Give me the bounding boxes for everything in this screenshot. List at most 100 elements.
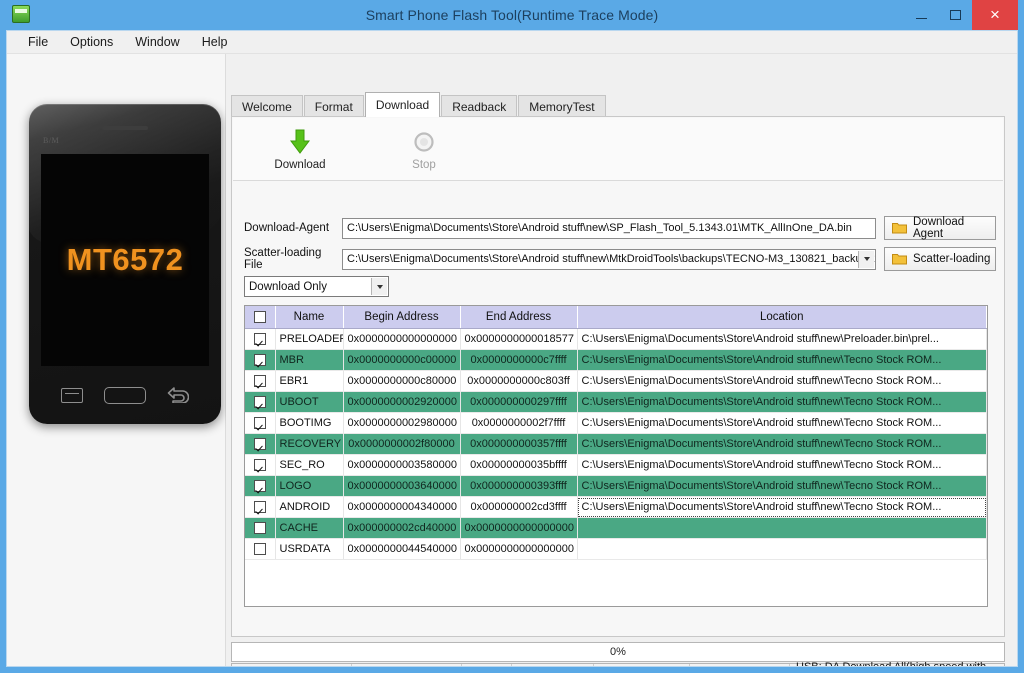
row-name: PRELOADER: [275, 328, 344, 350]
row-location[interactable]: C:\Users\Enigma\Documents\Store\Android …: [577, 328, 987, 350]
row-location[interactable]: [577, 538, 987, 560]
menu-item-window[interactable]: Window: [124, 33, 190, 51]
row-begin-address: 0x0000000002980000: [343, 412, 461, 434]
scatter-file-browse-label: Scatter-loading: [913, 253, 991, 265]
tab-readback[interactable]: Readback: [441, 95, 518, 118]
row-name: RECOVERY: [275, 433, 344, 455]
menu-item-options[interactable]: Options: [59, 33, 124, 51]
row-end-address: 0x0000000000018577: [460, 328, 578, 350]
row-checkbox[interactable]: [253, 438, 266, 451]
row-checkbox[interactable]: [253, 396, 266, 409]
row-checkbox[interactable]: [253, 543, 266, 556]
row-checkbox[interactable]: [253, 459, 266, 472]
table-row[interactable]: BOOTIMG 0x0000000002980000 0x0000000002f…: [245, 412, 987, 434]
row-location[interactable]: C:\Users\Enigma\Documents\Store\Android …: [577, 433, 987, 455]
download-mode-select[interactable]: Download Only: [244, 276, 389, 297]
row-checkbox-cell[interactable]: [245, 538, 276, 560]
tab-download[interactable]: Download: [364, 92, 441, 117]
row-begin-address: 0x0000000002920000: [343, 391, 461, 413]
table-row[interactable]: EBR1 0x0000000000c80000 0x0000000000c803…: [245, 370, 987, 392]
row-checkbox-cell[interactable]: [245, 328, 276, 350]
maximize-icon: [949, 10, 961, 20]
download-agent-input[interactable]: C:\Users\Enigma\Documents\Store\Android …: [342, 217, 876, 239]
row-checkbox-cell[interactable]: [245, 496, 276, 518]
row-location[interactable]: C:\Users\Enigma\Documents\Store\Android …: [577, 412, 987, 434]
row-location[interactable]: C:\Users\Enigma\Documents\Store\Android …: [577, 454, 987, 476]
table-row[interactable]: PRELOADER 0x0000000000000000 0x000000000…: [245, 328, 987, 350]
row-end-address: 0x000000002cd3ffff: [460, 496, 578, 518]
select-all-checkbox[interactable]: [253, 310, 266, 323]
row-checkbox-cell[interactable]: [245, 391, 276, 413]
status-speed: 0 B/s: [352, 664, 462, 666]
title-bar: Smart Phone Flash Tool(Runtime Trace Mod…: [6, 0, 1018, 30]
table-row[interactable]: LOGO 0x0000000003640000 0x000000000393ff…: [245, 475, 987, 497]
row-checkbox-cell[interactable]: [245, 475, 276, 497]
menu-item-file[interactable]: File: [17, 33, 59, 51]
row-end-address: 0x000000000357ffff: [460, 433, 578, 455]
select-all-header[interactable]: [245, 306, 276, 329]
minimize-button[interactable]: [904, 0, 938, 30]
column-header-end-address[interactable]: End Address: [460, 306, 578, 329]
table-row[interactable]: SEC_RO 0x0000000003580000 0x00000000035b…: [245, 454, 987, 476]
row-checkbox-cell[interactable]: [245, 454, 276, 476]
maximize-button[interactable]: [938, 0, 972, 30]
tab-welcome[interactable]: Welcome: [231, 95, 303, 118]
row-location[interactable]: [577, 517, 987, 539]
row-end-address: 0x0000000000000000: [460, 538, 578, 560]
table-row[interactable]: USRDATA 0x0000000044540000 0x00000000000…: [245, 538, 987, 560]
row-location[interactable]: C:\Users\Enigma\Documents\Store\Android …: [577, 370, 987, 392]
status-spacer-2: [594, 664, 690, 666]
row-checkbox[interactable]: [253, 522, 266, 535]
tab-strip: Welcome Format Download Readback MemoryT…: [231, 92, 1005, 118]
download-panel: Download Stop Download-Agent C:\Users\En…: [231, 116, 1005, 637]
row-location[interactable]: C:\Users\Enigma\Documents\Store\Android …: [577, 349, 987, 371]
row-begin-address: 0x0000000000c00000: [343, 349, 461, 371]
row-checkbox-cell[interactable]: [245, 370, 276, 392]
row-checkbox[interactable]: [253, 480, 266, 493]
row-begin-address: 0x0000000003580000: [343, 454, 461, 476]
row-checkbox[interactable]: [253, 375, 266, 388]
download-button-label: Download: [274, 158, 326, 171]
row-checkbox-cell[interactable]: [245, 412, 276, 434]
row-location[interactable]: C:\Users\Enigma\Documents\Store\Android …: [577, 391, 987, 413]
row-checkbox-cell[interactable]: [245, 517, 276, 539]
row-end-address: 0x000000000393ffff: [460, 475, 578, 497]
scatter-file-value: C:\Users\Enigma\Documents\Store\Android …: [347, 253, 876, 265]
row-checkbox[interactable]: [253, 501, 266, 514]
folder-icon: [892, 222, 907, 234]
column-header-location[interactable]: Location: [577, 306, 987, 329]
row-begin-address: 0x000000002cd40000: [343, 517, 461, 539]
scatter-file-browse-button[interactable]: Scatter-loading: [884, 247, 996, 271]
table-row[interactable]: CACHE 0x000000002cd40000 0x0000000000000…: [245, 517, 987, 539]
stop-button[interactable]: Stop: [395, 128, 453, 171]
download-button[interactable]: Download: [271, 128, 329, 171]
row-checkbox[interactable]: [253, 333, 266, 346]
table-row[interactable]: ANDROID 0x0000000004340000 0x000000002cd…: [245, 496, 987, 518]
scatter-file-combo[interactable]: C:\Users\Enigma\Documents\Store\Android …: [342, 248, 876, 270]
column-header-name[interactable]: Name: [275, 306, 344, 329]
row-begin-address: 0x0000000004340000: [343, 496, 461, 518]
row-begin-address: 0x0000000003640000: [343, 475, 461, 497]
row-checkbox-cell[interactable]: [245, 349, 276, 371]
table-row[interactable]: RECOVERY 0x0000000002f80000 0x0000000003…: [245, 433, 987, 455]
menu-item-help[interactable]: Help: [191, 33, 239, 51]
folder-icon: [892, 253, 907, 265]
progress-label: 0%: [610, 646, 626, 658]
table-row[interactable]: MBR 0x0000000000c00000 0x0000000000c7fff…: [245, 349, 987, 371]
table-header-row: Name Begin Address End Address Location: [245, 306, 987, 329]
chevron-down-icon[interactable]: [858, 250, 874, 268]
chevron-down-icon[interactable]: [371, 278, 387, 295]
table-body: PRELOADER 0x0000000000000000 0x000000000…: [245, 328, 987, 560]
close-button[interactable]: ×: [972, 0, 1018, 30]
table-row[interactable]: UBOOT 0x0000000002920000 0x000000000297f…: [245, 391, 987, 413]
row-checkbox[interactable]: [253, 417, 266, 430]
row-checkbox[interactable]: [253, 354, 266, 367]
download-agent-browse-button[interactable]: Download Agent: [884, 216, 996, 240]
row-location[interactable]: C:\Users\Enigma\Documents\Store\Android …: [577, 496, 987, 518]
row-checkbox-cell[interactable]: [245, 433, 276, 455]
tab-format[interactable]: Format: [303, 95, 364, 118]
tab-memorytest[interactable]: MemoryTest: [518, 95, 606, 118]
row-end-address: 0x0000000002f7ffff: [460, 412, 578, 434]
column-header-begin-address[interactable]: Begin Address: [343, 306, 461, 329]
row-location[interactable]: C:\Users\Enigma\Documents\Store\Android …: [577, 475, 987, 497]
